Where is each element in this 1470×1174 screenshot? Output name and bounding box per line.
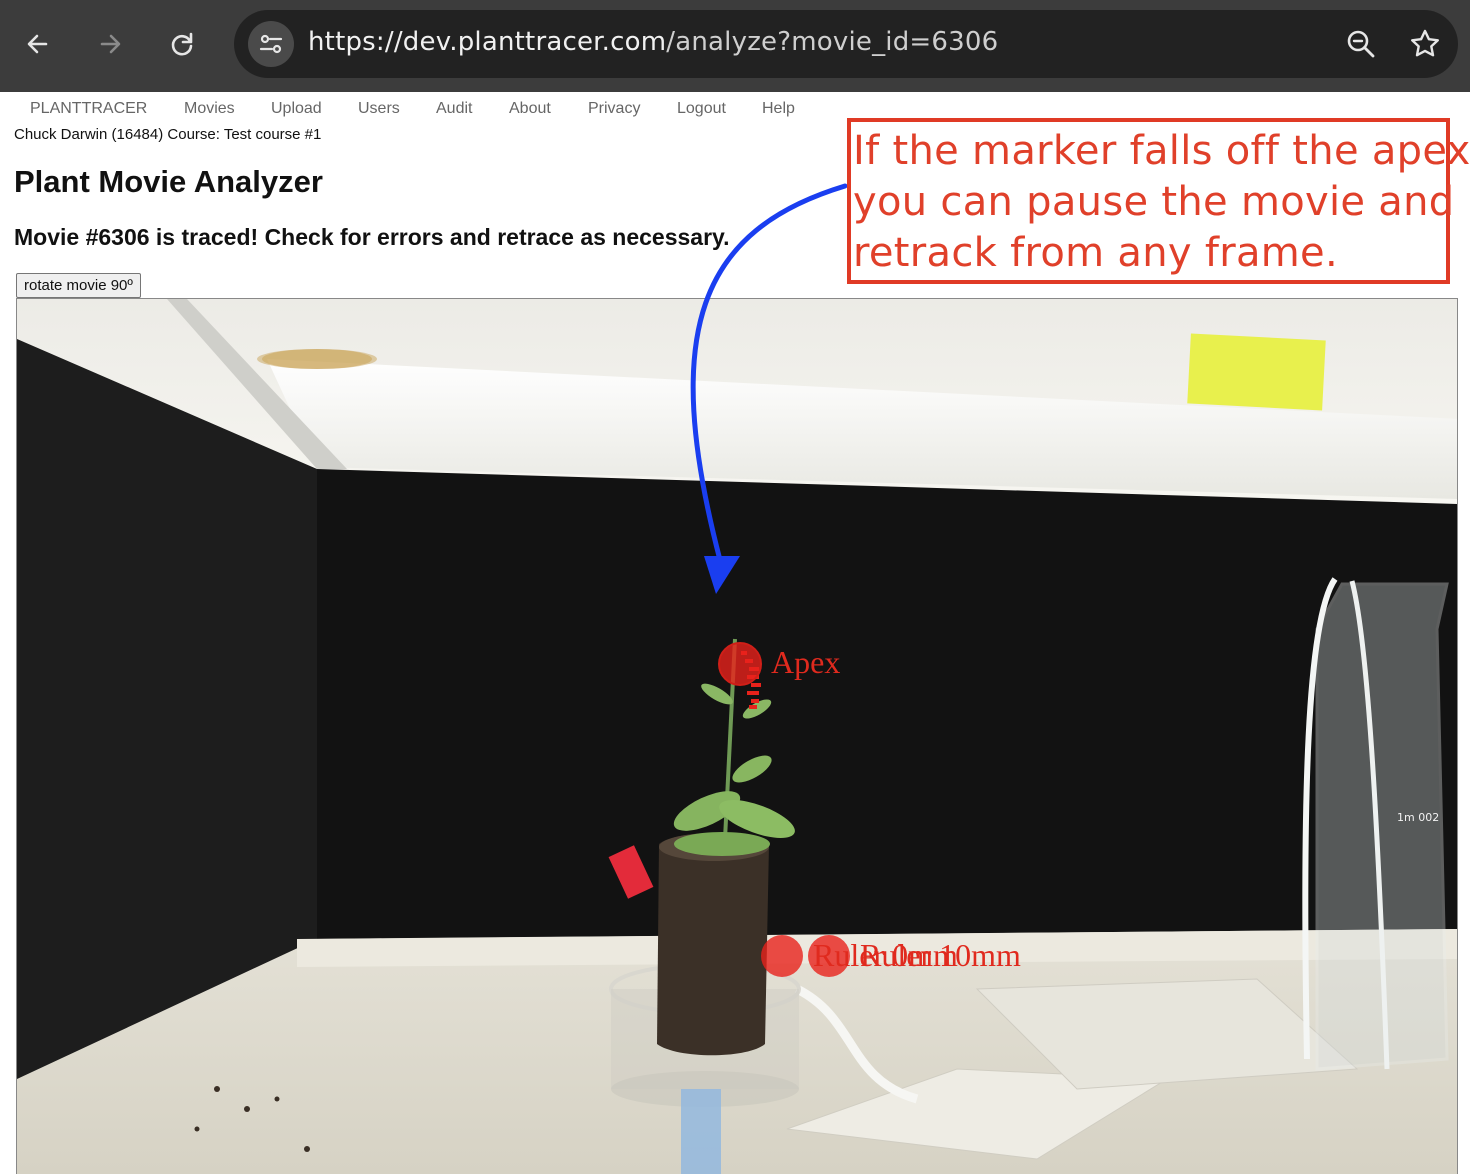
apex-marker-label: Apex xyxy=(771,644,840,680)
callout-line-1: If the marker falls off the apex xyxy=(853,128,1470,174)
trace-status: Movie #6306 is traced! Check for errors … xyxy=(14,224,730,250)
callout-line-2: you can pause the movie and xyxy=(853,179,1455,225)
bookmark-button[interactable] xyxy=(1408,27,1442,61)
menu-item-help[interactable]: Help xyxy=(762,100,795,118)
forward-button[interactable] xyxy=(88,22,132,66)
ruler-0mm-marker[interactable] xyxy=(761,935,803,977)
movie-canvas[interactable]: 1m 002 Apex Ruler 0mm Ruler 10mm xyxy=(16,298,1458,1174)
ruler-10mm-label: Ruler 10mm xyxy=(860,937,1021,973)
menu-item-planttracer[interactable]: PLANTTRACER xyxy=(30,100,147,118)
reload-button[interactable] xyxy=(160,22,204,66)
reload-icon xyxy=(171,32,193,56)
url-path: /analyze?movie_id=6306 xyxy=(666,27,999,57)
flask-scale-text: 1m 002 xyxy=(1397,811,1439,824)
menu-item-audit[interactable]: Audit xyxy=(436,100,472,118)
menu-item-movies[interactable]: Movies xyxy=(184,100,235,118)
site-settings-button[interactable] xyxy=(248,21,294,67)
menu-item-about[interactable]: About xyxy=(509,100,551,118)
menu-item-upload[interactable]: Upload xyxy=(271,100,322,118)
menu-item-privacy[interactable]: Privacy xyxy=(588,100,640,118)
apex-marker[interactable] xyxy=(718,642,762,686)
menu-item-logout[interactable]: Logout xyxy=(677,100,726,118)
back-button[interactable] xyxy=(16,22,60,66)
forward-arrow-icon xyxy=(100,34,121,54)
rotate-movie-button[interactable]: rotate movie 90º xyxy=(16,273,141,298)
zoom-button[interactable] xyxy=(1344,27,1378,61)
page-title: Plant Movie Analyzer xyxy=(14,164,323,199)
address-bar[interactable]: https://dev.planttracer.com/analyze?movi… xyxy=(234,10,1458,78)
bookmark-star-icon xyxy=(1411,29,1439,57)
user-course-info: Chuck Darwin (16484) Course: Test course… xyxy=(14,126,322,143)
callout-line-3: retrack from any frame. xyxy=(853,230,1338,276)
movie-frame-image: 1m 002 Apex Ruler 0mm Ruler 10mm xyxy=(17,299,1457,1174)
menu-item-users[interactable]: Users xyxy=(358,100,400,118)
zoom-icon xyxy=(1347,30,1375,58)
url-text[interactable]: https://dev.planttracer.com/analyze?movi… xyxy=(308,27,998,57)
back-arrow-icon xyxy=(27,34,48,54)
site-settings-icon xyxy=(259,34,283,54)
annotation-callout: If the marker falls off the apex you can… xyxy=(847,118,1470,284)
browser-toolbar: https://dev.planttracer.com/analyze?movi… xyxy=(0,0,1470,92)
url-host: https://dev.planttracer.com xyxy=(308,27,667,57)
